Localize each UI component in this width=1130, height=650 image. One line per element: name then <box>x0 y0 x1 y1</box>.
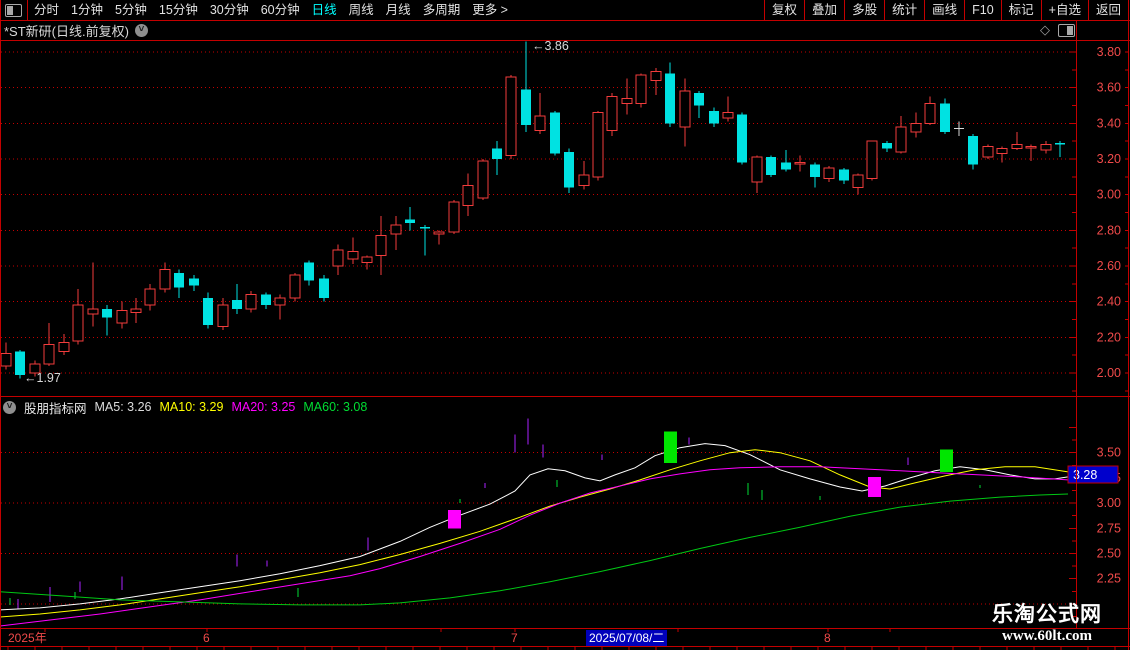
tab-timeshare[interactable]: 分时 <box>34 0 59 20</box>
tab-more[interactable]: 更多 > <box>472 0 508 20</box>
stock-title: *ST新研(日线.前复权) <box>4 24 129 39</box>
chevron-down-icon[interactable]: ˅ <box>3 400 16 414</box>
draw-line-button[interactable]: 画线 <box>924 0 964 20</box>
tab-weekly[interactable]: 周线 <box>349 0 374 20</box>
split-pane-icon[interactable] <box>1058 23 1075 37</box>
layout-toggle-button[interactable] <box>0 0 27 20</box>
tab-multiperiod[interactable]: 多周期 <box>423 0 461 20</box>
cursor-date-label: 2025/07/08/二 <box>586 630 668 646</box>
svg-text:2.75: 2.75 <box>1097 521 1121 535</box>
ma20-value: MA20: 3.25 <box>231 400 296 414</box>
statistics-button[interactable]: 统计 <box>884 0 924 20</box>
svg-text:3.60: 3.60 <box>1097 81 1121 95</box>
ma60-value: MA60: 3.08 <box>303 400 368 414</box>
svg-text:2.80: 2.80 <box>1097 223 1121 237</box>
right-border <box>1128 0 1129 650</box>
titlebar-divider <box>0 40 1130 41</box>
indicator-header: ˅ 股朋指标网 MA5: 3.26 MA10: 3.29 MA20: 3.25 … <box>0 398 367 416</box>
f10-button[interactable]: F10 <box>964 0 1001 20</box>
watermark-url: www.60lt.com <box>1002 628 1092 644</box>
chart-canvas[interactable]: 3.80 3.60 3.40 3.20 3.00 2.80 2.60 2.40 2.20 2.00… <box>0 0 1130 650</box>
add-watchlist-button[interactable]: +自选 <box>1040 0 1088 20</box>
toolbar: 分时 1分钟 5分钟 15分钟 30分钟 60分钟 日线 周线 月线 多周期 更… <box>0 0 1130 20</box>
tab-5min[interactable]: 5分钟 <box>115 0 147 20</box>
watermark: 乐淘公式网 www.60lt.com <box>986 602 1108 645</box>
period-menu: 分时 1分钟 5分钟 15分钟 30分钟 60分钟 日线 周线 月线 多周期 更… <box>34 0 508 20</box>
svg-text:←3.86: ←3.86 <box>532 39 569 53</box>
stock-chart-app: 3.80 3.60 3.40 3.20 3.00 2.80 2.60 2.40 2.20 2.00… <box>0 0 1130 650</box>
svg-text:3.20: 3.20 <box>1097 152 1121 166</box>
x-axis-label-year: 2025年 <box>8 631 47 645</box>
tab-60min[interactable]: 60分钟 <box>261 0 300 20</box>
x-axis-label-july: 7 <box>511 631 518 645</box>
mark-button[interactable]: 标记 <box>1000 0 1041 20</box>
svg-text:2.00: 2.00 <box>1097 366 1121 380</box>
left-border <box>0 0 1 650</box>
title-right-icons: ◇ <box>1040 22 1075 38</box>
ma5-value: MA5: 3.26 <box>94 400 152 414</box>
price-axis-border <box>1076 20 1077 628</box>
indicator-name[interactable]: 股朋指标网 <box>24 398 87 417</box>
back-button[interactable]: 返回 <box>1087 0 1128 20</box>
panel-divider <box>0 396 1130 397</box>
split-pane-icon <box>5 3 22 17</box>
svg-text:3.80: 3.80 <box>1097 45 1121 59</box>
bottom-border <box>0 646 1130 647</box>
tab-daily[interactable]: 日线 <box>312 0 337 20</box>
svg-text:3.00: 3.00 <box>1097 496 1121 510</box>
toolbar-right-group: 复权 叠加 多股 统计 画线 F10 标记 +自选 返回 <box>764 0 1128 20</box>
svg-text:2.60: 2.60 <box>1097 259 1121 273</box>
overlay-button[interactable]: 叠加 <box>804 0 844 20</box>
svg-text:3.00: 3.00 <box>1097 188 1121 202</box>
chevron-down-icon[interactable]: ˅ <box>134 24 148 37</box>
svg-text:←1.97: ←1.97 <box>24 371 61 385</box>
tab-15min[interactable]: 15分钟 <box>159 0 198 20</box>
x-axis-line <box>0 628 1130 629</box>
tab-monthly[interactable]: 月线 <box>386 0 411 20</box>
svg-text:3.40: 3.40 <box>1097 116 1121 130</box>
x-axis-label-august: 8 <box>824 631 831 645</box>
multi-stock-button[interactable]: 多股 <box>844 0 884 20</box>
svg-text:3.50: 3.50 <box>1097 446 1121 460</box>
svg-text:2.25: 2.25 <box>1097 572 1121 586</box>
title-bar: *ST新研(日线.前复权) ˅ <box>0 21 1074 40</box>
x-axis-label-june: 6 <box>203 631 210 645</box>
tab-30min[interactable]: 30分钟 <box>210 0 249 20</box>
tab-1min[interactable]: 1分钟 <box>71 0 103 20</box>
watermark-site-name: 乐淘公式网 <box>992 603 1102 626</box>
ma10-value: MA10: 3.29 <box>159 400 224 414</box>
adjust-rights-button[interactable]: 复权 <box>764 0 804 20</box>
svg-text:2.20: 2.20 <box>1097 330 1121 344</box>
svg-text:2.40: 2.40 <box>1097 295 1121 309</box>
diamond-icon[interactable]: ◇ <box>1040 22 1050 38</box>
svg-text:2.50: 2.50 <box>1097 547 1121 561</box>
